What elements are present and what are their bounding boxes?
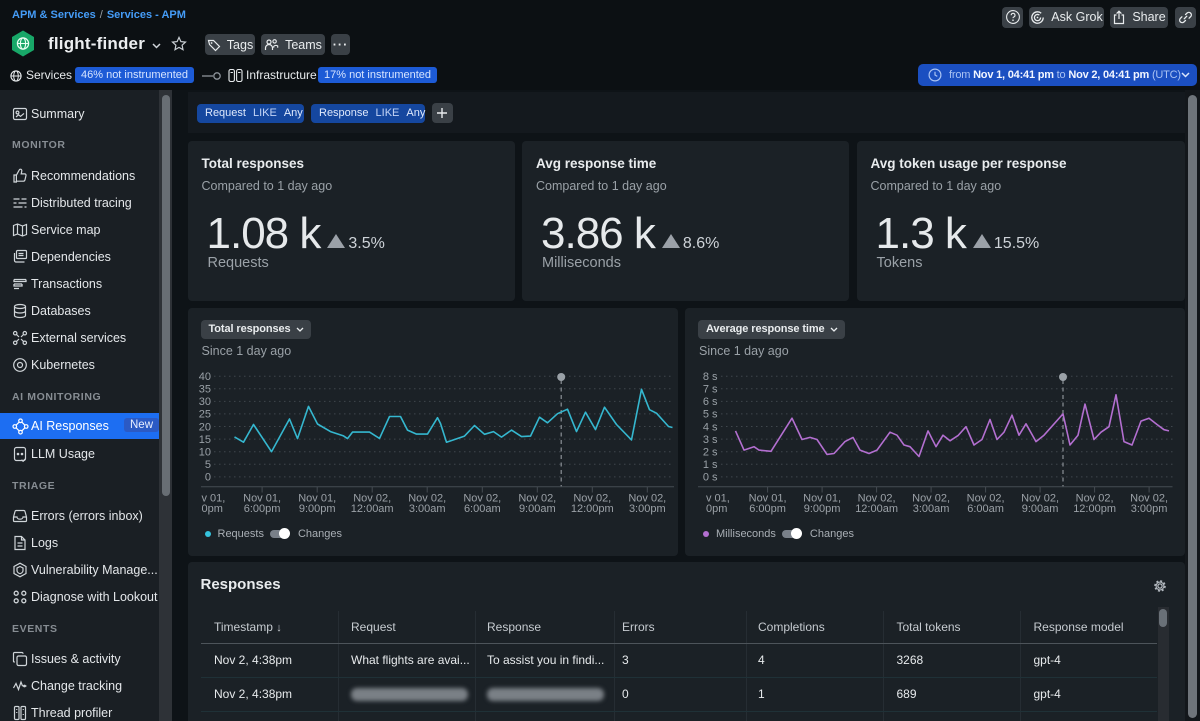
svg-text:9:00pm: 9:00pm (804, 503, 841, 515)
svg-text:9:00pm: 9:00pm (298, 503, 335, 515)
svg-text:9:00am: 9:00am (1022, 503, 1059, 515)
svg-text:2 s: 2 s (703, 447, 718, 459)
svg-text:7 s: 7 s (703, 384, 718, 396)
svg-text:35: 35 (198, 384, 210, 396)
svg-text:0pm: 0pm (706, 503, 727, 515)
svg-text:3 s: 3 s (703, 434, 718, 446)
svg-text:6:00am: 6:00am (463, 503, 500, 515)
svg-text:12:00pm: 12:00pm (1073, 503, 1116, 515)
svg-text:3:00pm: 3:00pm (1131, 503, 1168, 515)
svg-text:4 s: 4 s (703, 421, 718, 433)
svg-text:6:00pm: 6:00pm (243, 503, 280, 515)
svg-text:12:00pm: 12:00pm (570, 503, 613, 515)
svg-text:3:00pm: 3:00pm (628, 503, 665, 515)
svg-text:9:00am: 9:00am (518, 503, 555, 515)
svg-text:10: 10 (198, 447, 210, 459)
svg-text:1 s: 1 s (703, 459, 718, 471)
svg-text:0 s: 0 s (703, 472, 718, 484)
svg-text:6:00pm: 6:00pm (749, 503, 786, 515)
svg-text:8 s: 8 s (703, 371, 718, 383)
svg-text:12:00am: 12:00am (350, 503, 393, 515)
svg-text:0pm: 0pm (201, 503, 222, 515)
svg-text:3:00am: 3:00am (913, 503, 950, 515)
svg-text:15: 15 (198, 434, 210, 446)
svg-text:12:00am: 12:00am (855, 503, 898, 515)
svg-text:5 s: 5 s (703, 409, 718, 421)
svg-text:5: 5 (204, 459, 210, 471)
svg-text:25: 25 (198, 409, 210, 421)
svg-text:6 s: 6 s (703, 396, 718, 408)
svg-text:40: 40 (198, 371, 210, 383)
svg-text:6:00am: 6:00am (967, 503, 1004, 515)
svg-text:30: 30 (198, 396, 210, 408)
svg-text:20: 20 (198, 421, 210, 433)
svg-text:0: 0 (204, 472, 210, 484)
svg-text:3:00am: 3:00am (408, 503, 445, 515)
